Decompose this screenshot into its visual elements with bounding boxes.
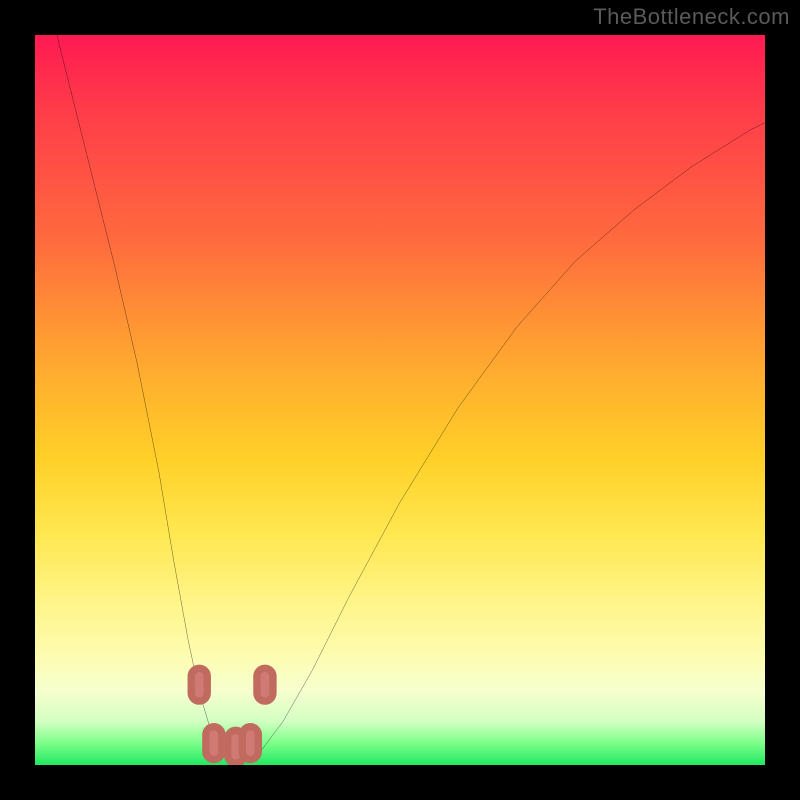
curve-marker	[206, 727, 222, 760]
plot-area	[35, 35, 765, 765]
curve-marker	[257, 668, 273, 701]
watermark-text: TheBottleneck.com	[593, 4, 790, 30]
bottleneck-curve	[35, 35, 765, 765]
curve-marker	[191, 668, 207, 701]
chart-frame: TheBottleneck.com	[0, 0, 800, 800]
curve-marker	[242, 727, 258, 760]
